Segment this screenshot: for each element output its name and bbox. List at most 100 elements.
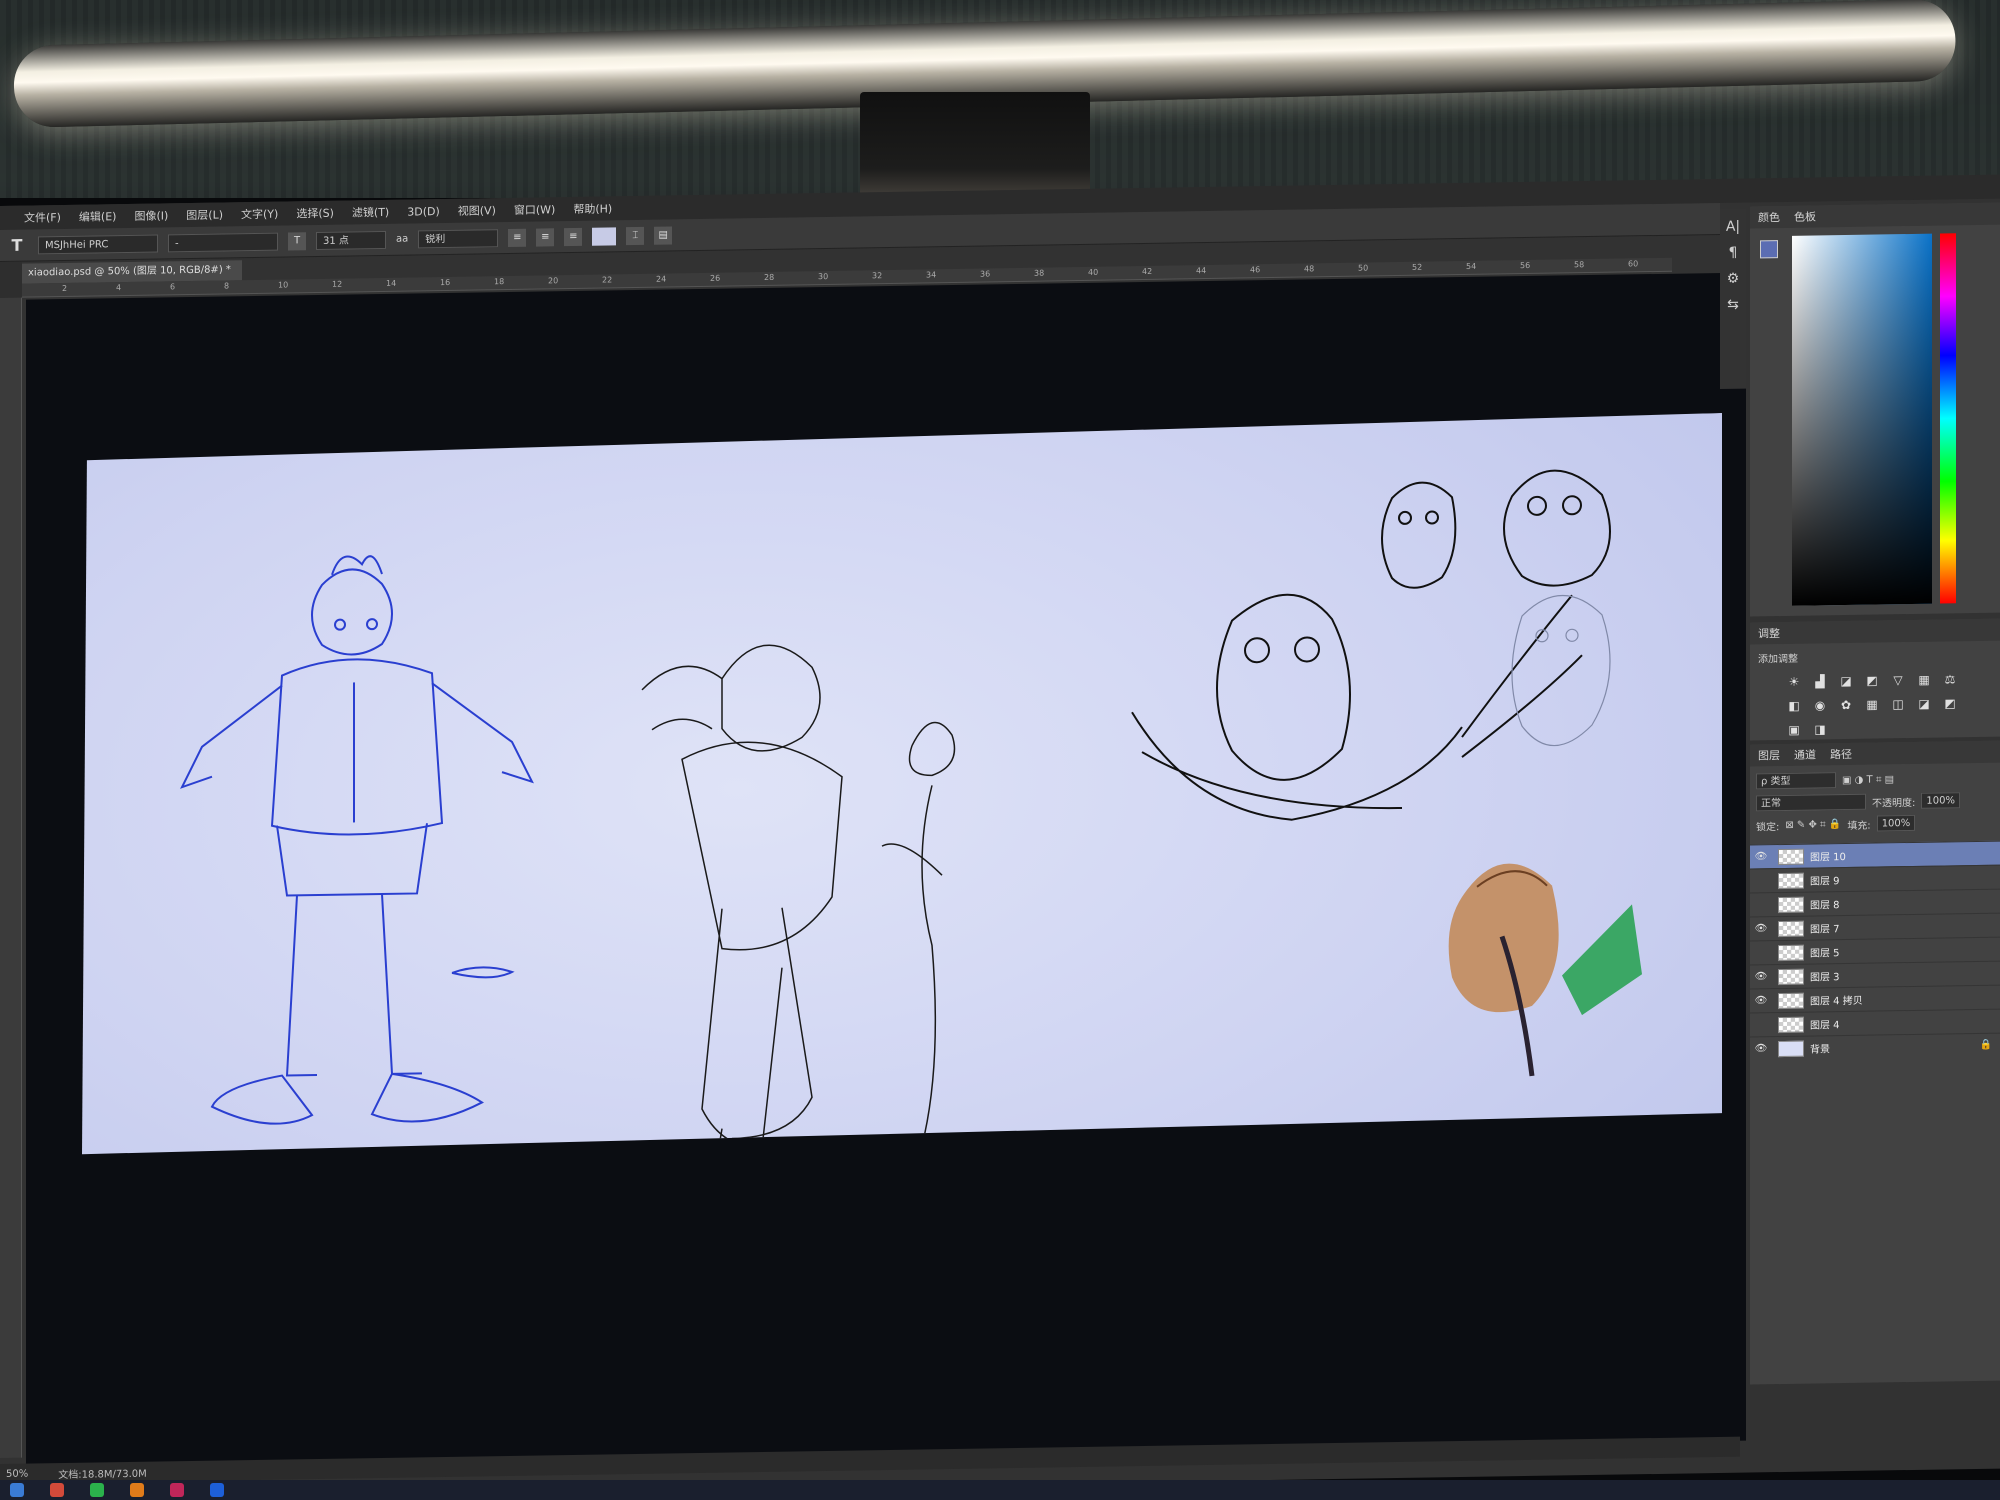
- align-left-icon[interactable]: ≡: [508, 228, 527, 247]
- chrome-icon[interactable]: [50, 1483, 64, 1497]
- opacity-label: 不透明度:: [1872, 797, 1916, 810]
- tab-layers[interactable]: 图层: [1758, 747, 1780, 763]
- font-size-select[interactable]: 31 点: [316, 230, 386, 250]
- document-size: 文档:18.8M/73.0M: [58, 1468, 147, 1481]
- wechat-icon[interactable]: [90, 1483, 104, 1497]
- blend-mode-select[interactable]: 正常: [1756, 793, 1866, 812]
- layer-filter-select[interactable]: ρ 类型: [1756, 772, 1836, 790]
- menu-window[interactable]: 窗口(W): [514, 201, 555, 218]
- tab-swatches[interactable]: 色板: [1794, 208, 1816, 224]
- styles-panel-icon[interactable]: ⚙: [1720, 271, 1746, 287]
- color-balance-icon[interactable]: ⚖: [1942, 672, 1958, 686]
- ruler-tick-label: 8: [224, 281, 230, 291]
- align-right-icon[interactable]: ≡: [564, 227, 583, 246]
- ruler-tick-label: 18: [494, 277, 505, 287]
- foreground-color-swatch[interactable]: [1760, 240, 1778, 259]
- exposure-icon[interactable]: ◩: [1864, 673, 1880, 688]
- ruler-tick-label: 34: [926, 270, 937, 280]
- ruler-tick-label: 12: [332, 279, 343, 289]
- eye-icon[interactable]: 👁: [1750, 971, 1772, 982]
- menu-file[interactable]: 文件(F): [24, 209, 61, 226]
- lock-options-icons[interactable]: ⊠ ✎ ✥ ⌗ 🔒: [1785, 819, 1841, 831]
- selective-color-icon[interactable]: ◨: [1812, 722, 1828, 736]
- taskbar: [0, 1480, 2000, 1500]
- hue-saturation-icon[interactable]: ▦: [1916, 673, 1932, 687]
- levels-icon[interactable]: ▟: [1812, 674, 1828, 688]
- illustrator-icon[interactable]: [130, 1483, 144, 1497]
- photo-scene: 文件(F) 编辑(E) 图像(I) 图层(L) 文字(Y) 选择(S) 滤镜(T…: [0, 0, 2000, 1500]
- layer-thumbnail: [1778, 1040, 1804, 1057]
- layer-thumbnail: [1778, 848, 1804, 865]
- eye-icon[interactable]: 👁: [1750, 995, 1772, 1006]
- sketch-drawing: [82, 413, 1722, 1339]
- eye-icon[interactable]: 👁: [1750, 923, 1772, 934]
- threshold-icon[interactable]: ◩: [1942, 696, 1958, 710]
- menu-type[interactable]: 文字(Y): [241, 206, 278, 223]
- fill-input[interactable]: 100%: [1876, 814, 1916, 832]
- ruler-tick-label: 38: [1034, 268, 1045, 278]
- color-picker-field[interactable]: [1792, 233, 1932, 606]
- eye-icon[interactable]: 👁: [1750, 1043, 1772, 1054]
- ruler-tick-label: 2: [62, 283, 68, 294]
- layer-name: 图层 7: [1810, 924, 1840, 936]
- layer-name: 图层 10: [1810, 852, 1846, 864]
- ruler-tick-label: 58: [1574, 260, 1585, 270]
- menu-layer[interactable]: 图层(L): [186, 206, 223, 223]
- ruler-tick-label: 20: [548, 276, 559, 286]
- photoshop-icon[interactable]: [210, 1483, 224, 1497]
- text-color-swatch[interactable]: [592, 226, 617, 246]
- color-panel-tabs: 颜色 色板: [1750, 202, 2000, 229]
- pasteboard[interactable]: [26, 272, 1746, 1468]
- paragraph-panel-icon[interactable]: ¶: [1720, 245, 1746, 261]
- vibrance-icon[interactable]: ▽: [1890, 673, 1906, 687]
- ruler-tick-label: 56: [1520, 260, 1531, 271]
- layer-thumbnail: [1778, 992, 1804, 1009]
- character-panel-icon[interactable]: A|: [1720, 219, 1746, 235]
- invert-icon[interactable]: ◫: [1890, 697, 1906, 711]
- eye-icon[interactable]: 👁: [1750, 851, 1772, 862]
- black-white-icon[interactable]: ◧: [1786, 699, 1802, 713]
- antialias-label: aa: [396, 233, 409, 245]
- type-tool-icon[interactable]: T: [6, 236, 28, 255]
- menu-select[interactable]: 选择(S): [296, 205, 334, 222]
- tab-paths[interactable]: 路径: [1830, 746, 1852, 762]
- start-icon[interactable]: [10, 1483, 24, 1497]
- menu-3d[interactable]: 3D(D): [407, 205, 440, 219]
- channel-mixer-icon[interactable]: ✿: [1838, 698, 1854, 712]
- gradient-map-icon[interactable]: ▣: [1786, 723, 1802, 737]
- brightness-icon[interactable]: ☀: [1786, 675, 1802, 689]
- ruler-tick-label: 40: [1088, 267, 1099, 277]
- history-panel-icon[interactable]: ⇆: [1720, 297, 1746, 313]
- layer-row[interactable]: 👁 背景 🔒: [1750, 1032, 2000, 1061]
- menu-help[interactable]: 帮助(H): [573, 200, 612, 217]
- canvas-artwork[interactable]: [82, 413, 1722, 1339]
- filter-icons[interactable]: ▣ ◑ T ⌗ ▤: [1842, 774, 1894, 786]
- menu-view[interactable]: 视图(V): [458, 202, 496, 219]
- fill-label: 填充:: [1847, 820, 1871, 832]
- font-style-select[interactable]: -: [168, 232, 278, 252]
- tab-adjustments[interactable]: 调整: [1758, 625, 1780, 641]
- menu-filter[interactable]: 滤镜(T): [352, 204, 389, 221]
- curves-icon[interactable]: ◪: [1838, 674, 1854, 688]
- opacity-input[interactable]: 100%: [1921, 792, 1960, 809]
- align-center-icon[interactable]: ≡: [536, 227, 555, 247]
- warp-text-icon[interactable]: ⌶: [626, 226, 645, 245]
- posterize-icon[interactable]: ◪: [1916, 697, 1932, 711]
- menu-image[interactable]: 图像(I): [134, 207, 168, 224]
- light-bar-clip: [860, 92, 1090, 202]
- zoom-level[interactable]: 50%: [6, 1468, 28, 1479]
- font-family-select[interactable]: MSJhHei PRC: [38, 234, 158, 254]
- app-icon[interactable]: [170, 1483, 184, 1497]
- ruler-tick-label: 60: [1628, 259, 1639, 269]
- hue-slider[interactable]: [1940, 233, 1956, 604]
- menu-edit[interactable]: 编辑(E): [79, 208, 117, 225]
- color-panel: 颜色 色板: [1750, 202, 2000, 617]
- antialias-select[interactable]: 锐利: [418, 228, 499, 248]
- tab-channels[interactable]: 通道: [1794, 746, 1816, 762]
- color-lookup-icon[interactable]: ▦: [1864, 697, 1880, 712]
- photo-filter-icon[interactable]: ◉: [1812, 698, 1828, 712]
- ruler-tick-label: 10: [278, 280, 289, 290]
- character-panel-icon[interactable]: ▤: [654, 225, 673, 245]
- tab-color[interactable]: 颜色: [1758, 209, 1780, 225]
- ruler-tick-label: 14: [386, 278, 397, 288]
